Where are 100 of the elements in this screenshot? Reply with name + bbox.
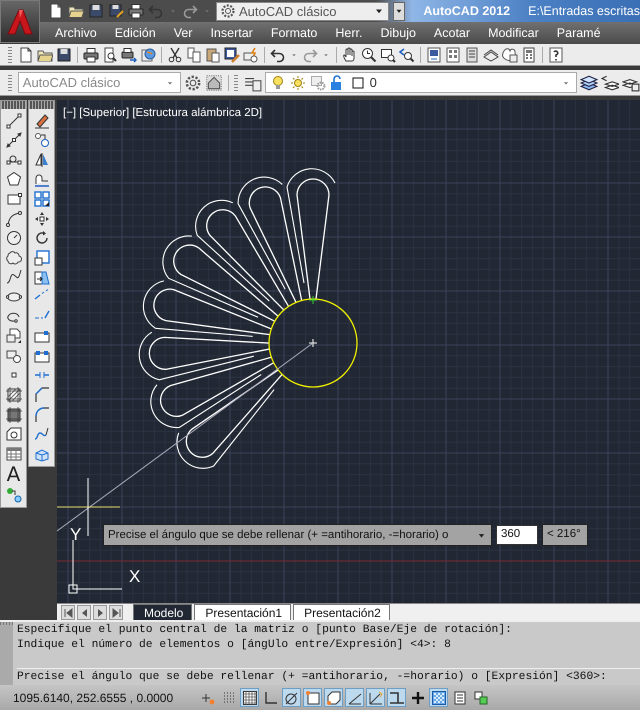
- printer-icon[interactable]: [83, 46, 99, 62]
- customize-button[interactable]: [393, 2, 406, 20]
- make-block-icon[interactable]: [6, 348, 22, 364]
- workspace-dropdown[interactable]: AutoCAD clásico: [18, 72, 181, 93]
- status-toggle[interactable]: [324, 688, 343, 707]
- save-icon[interactable]: [88, 3, 104, 19]
- menu-item[interactable]: Ver: [164, 26, 202, 40]
- sheet-set-icon[interactable]: [483, 46, 499, 62]
- previous-layer-icon[interactable]: [601, 74, 619, 92]
- copy-object-icon[interactable]: [34, 132, 50, 148]
- chamfer-icon[interactable]: [34, 386, 50, 403]
- menu-item[interactable]: Formato: [262, 26, 326, 40]
- printer-icon[interactable]: [128, 3, 144, 19]
- first-tab-button[interactable]: [61, 605, 75, 620]
- save-as-icon[interactable]: [108, 3, 124, 19]
- layout-tab[interactable]: Presentación2: [293, 604, 390, 620]
- calculator-icon[interactable]: [521, 46, 537, 62]
- settings-icon[interactable]: [184, 74, 202, 92]
- copy-icon[interactable]: [186, 46, 202, 62]
- dropdown-value: AutoCAD clásico: [22, 75, 122, 90]
- move-icon[interactable]: [34, 210, 50, 227]
- markup-icon[interactable]: [502, 46, 518, 62]
- array-icon[interactable]: [34, 190, 50, 207]
- rotate-icon[interactable]: [34, 230, 50, 246]
- menu-item[interactable]: Archivo: [46, 26, 106, 40]
- help-icon[interactable]: [548, 46, 564, 62]
- properties-icon[interactable]: [426, 46, 442, 62]
- mirror-icon[interactable]: [34, 152, 50, 168]
- cut-icon[interactable]: [167, 46, 183, 62]
- table-icon[interactable]: [6, 446, 22, 462]
- spline-icon[interactable]: [6, 269, 22, 286]
- value-field[interactable]: 360: [496, 525, 538, 545]
- scale-icon[interactable]: [34, 250, 50, 266]
- layout-tab[interactable]: Presentación1: [194, 604, 292, 620]
- workspace-dropdown[interactable]: AutoCAD clásico: [216, 2, 390, 20]
- line-icon[interactable]: [6, 112, 22, 129]
- next-tab-button[interactable]: [93, 605, 107, 620]
- command-prompt[interactable]: Precise el ángulo que se debe rellenar (+ =antihorario, -=horario) o [Expresión] <360>:: [17, 670, 640, 685]
- zoom-previous-icon[interactable]: [399, 46, 415, 62]
- color-swatch: [350, 74, 366, 90]
- viewport-label[interactable]: [−] [Superior] [Estructura alámbrica 2D]: [63, 107, 262, 119]
- undo-icon[interactable]: [270, 46, 286, 62]
- previous-tab-button[interactable]: [77, 605, 91, 620]
- hatch-icon[interactable]: [6, 386, 22, 403]
- status-toggle[interactable]: [366, 688, 385, 707]
- globe-icon[interactable]: [140, 46, 156, 62]
- redo-icon[interactable]: [182, 3, 198, 19]
- menu-item[interactable]: Dibujo: [371, 26, 425, 40]
- layer-dropdown[interactable]: 0: [264, 72, 577, 93]
- polygon-icon[interactable]: [6, 171, 22, 188]
- toolbar-grip[interactable]: [1, 101, 26, 109]
- status-toggle[interactable]: [387, 688, 406, 707]
- angle-readout: < 216°: [542, 524, 588, 546]
- text-tool[interactable]: A: [6, 465, 20, 484]
- stretch-icon[interactable]: [34, 269, 50, 286]
- panel-grip[interactable]: [0, 622, 13, 685]
- fillet-icon[interactable]: [34, 406, 50, 422]
- brush-icon[interactable]: [224, 46, 240, 62]
- insert-block-icon[interactable]: [6, 328, 22, 344]
- menu-item[interactable]: Edición: [106, 26, 165, 40]
- add-selected-icon[interactable]: [6, 486, 22, 503]
- arc-icon[interactable]: [6, 210, 22, 227]
- status-toggle[interactable]: [429, 688, 448, 707]
- menu-item[interactable]: Herr.: [326, 26, 372, 40]
- menu-item[interactable]: Acotar: [424, 26, 480, 40]
- layers-icon[interactable]: [580, 74, 598, 92]
- gradient-icon[interactable]: [6, 406, 22, 422]
- toolbar-grip[interactable]: [29, 101, 54, 109]
- circle-icon[interactable]: [6, 230, 22, 246]
- eraser-icon[interactable]: [34, 112, 50, 129]
- ortho-icon: [262, 690, 278, 706]
- status-toggle[interactable]: [303, 688, 322, 707]
- cloud-icon[interactable]: [6, 250, 22, 266]
- lineweight-icon: [410, 690, 426, 706]
- save-icon[interactable]: [56, 46, 72, 62]
- new-document-icon[interactable]: [18, 46, 34, 62]
- status-toggle[interactable]: [240, 688, 259, 707]
- blend-curves-icon[interactable]: [34, 426, 50, 442]
- status-toggle[interactable]: [345, 688, 364, 707]
- menu-item[interactable]: Modificar: [479, 26, 548, 40]
- coordinates-readout[interactable]: 1095.6140, 252.6555 , 0.0000: [0, 690, 196, 704]
- design-center-icon[interactable]: [445, 46, 461, 62]
- print-preview-icon[interactable]: [102, 46, 118, 62]
- construction-line-icon[interactable]: [6, 132, 22, 148]
- last-tab-button[interactable]: [109, 605, 123, 620]
- publish-icon[interactable]: [121, 46, 137, 62]
- status-toggle[interactable]: [282, 688, 301, 707]
- layout-tab[interactable]: Modelo: [133, 604, 192, 620]
- new-document-icon[interactable]: [48, 3, 64, 19]
- break-at-point-icon[interactable]: [34, 328, 50, 344]
- workspace-icon[interactable]: [204, 74, 223, 92]
- palette-icon[interactable]: [464, 46, 480, 62]
- menu-item[interactable]: Paramé: [548, 26, 610, 40]
- block-editor-icon[interactable]: [243, 46, 259, 62]
- paste-icon[interactable]: [205, 46, 221, 62]
- region-icon[interactable]: [6, 426, 22, 442]
- zoom-window-icon[interactable]: [380, 46, 396, 62]
- zoom-icon[interactable]: [361, 46, 377, 62]
- menu-item[interactable]: Insertar: [201, 26, 262, 40]
- rectangle-icon[interactable]: [6, 190, 22, 207]
